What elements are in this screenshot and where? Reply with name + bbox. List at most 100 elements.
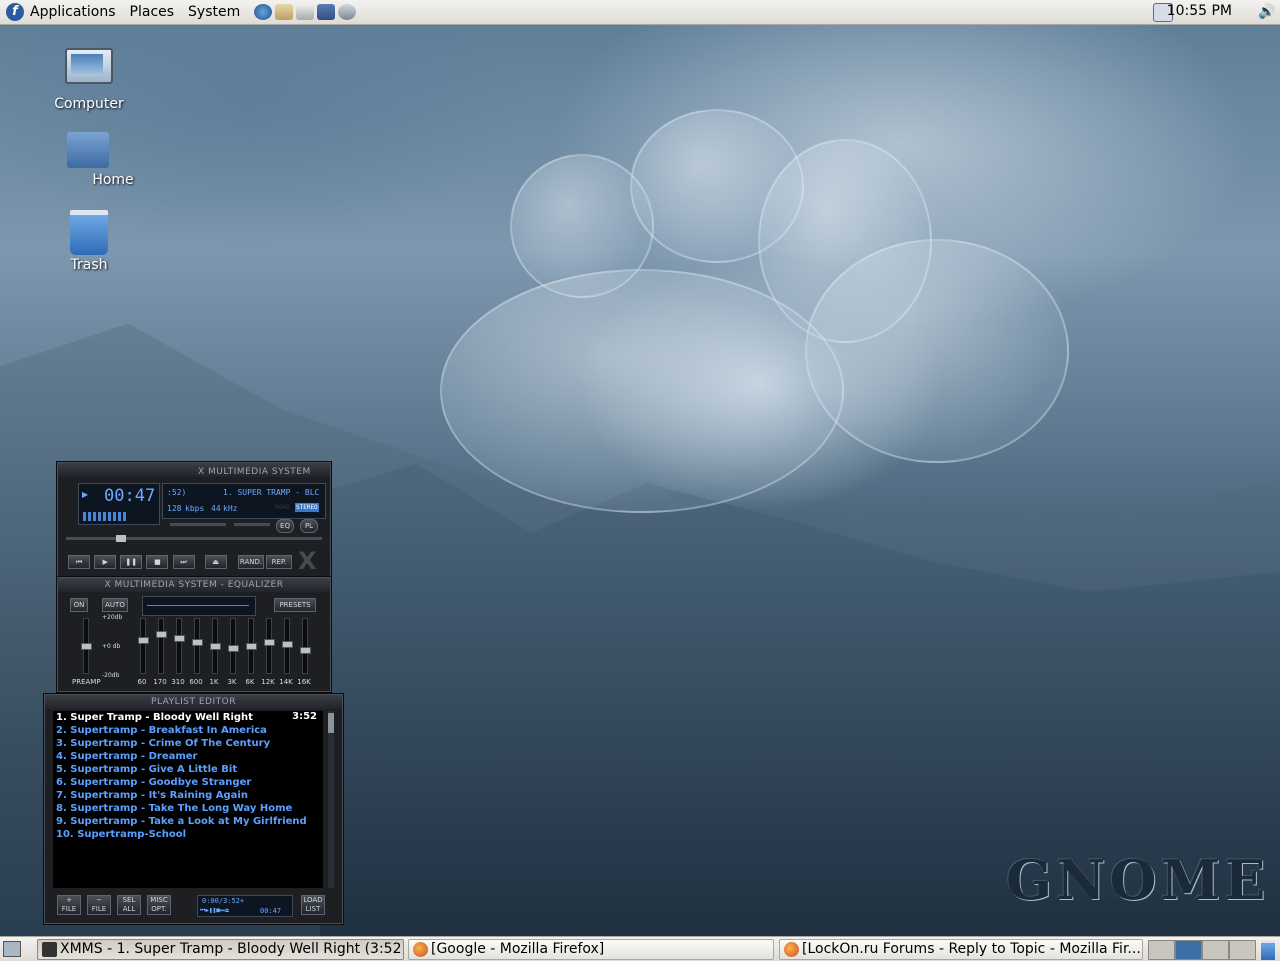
preamp-slider[interactable] xyxy=(81,618,92,674)
mail-icon[interactable] xyxy=(275,4,294,20)
slider-knob[interactable] xyxy=(81,643,92,650)
desktop-icon-computer[interactable]: Computer xyxy=(44,48,134,112)
task-label: XMMS - 1. Super Tramp - Bloody Well Righ… xyxy=(60,941,404,957)
eq-band-label: 1K xyxy=(209,678,219,686)
eq-band-slider[interactable] xyxy=(246,618,257,674)
fedora-logo-icon[interactable]: f xyxy=(6,3,24,21)
slider-knob[interactable] xyxy=(246,643,257,650)
playlist-item[interactable]: 6. Supertramp - Goodbye Stranger xyxy=(53,776,323,789)
playlist-item[interactable]: 8. Supertramp - Take The Long Way Home xyxy=(53,802,323,815)
eq-band-label: 60 xyxy=(137,678,147,686)
playlist-scrollbar[interactable] xyxy=(328,711,334,888)
xmms-main-window[interactable]: X MULTIMEDIA SYSTEM ▶ 00:47 :52) 1. SUPE… xyxy=(57,462,331,578)
remove-file-button[interactable]: − FILE xyxy=(87,895,111,915)
panel-clock[interactable]: 10:55 PM xyxy=(1167,3,1232,19)
playlist-item[interactable]: 4. Supertramp - Dreamer xyxy=(53,750,323,763)
system-menu[interactable]: System xyxy=(188,4,240,20)
playlist-item[interactable]: 2. Supertramp - Breakfast In America xyxy=(53,724,323,737)
shuffle-button[interactable]: RAND. xyxy=(238,555,264,569)
equalizer-titlebar[interactable]: X MULTIMEDIA SYSTEM - EQUALIZER xyxy=(58,578,330,592)
eq-toggle-button[interactable]: EQ xyxy=(276,519,294,533)
load-list-button[interactable]: LOAD LIST xyxy=(301,895,325,915)
slider-knob[interactable] xyxy=(282,641,293,648)
desktop-icon-label: Trash xyxy=(70,257,108,273)
transport-controls: ⏮ ▶ ❚❚ ■ ⏭ ⏏ xyxy=(68,553,227,569)
eject-button[interactable]: ⏏ xyxy=(204,555,227,569)
playlist-mini-controls[interactable]: ⏮▶❚❚■⏭⏏ xyxy=(200,907,229,915)
eq-band-slider[interactable] xyxy=(156,618,167,674)
workspace-2[interactable] xyxy=(1175,940,1202,960)
eq-band-slider[interactable] xyxy=(174,618,185,674)
eq-band-slider[interactable] xyxy=(192,618,203,674)
playlist-item[interactable]: 3. Supertramp - Crime Of The Century xyxy=(53,737,323,750)
playlist-item[interactable]: 5. Supertramp - Give A Little Bit xyxy=(53,763,323,776)
playlist-titlebar[interactable]: PLAYLIST EDITOR xyxy=(45,695,342,709)
eq-band-slider[interactable] xyxy=(228,618,239,674)
slider-knob[interactable] xyxy=(264,639,275,646)
playlist-item[interactable]: 7. Supertramp - It's Raining Again xyxy=(53,789,323,802)
taskbar-task-firefox-lockon[interactable]: [LockOn.ru Forums - Reply to Topic - Moz… xyxy=(779,939,1143,960)
eq-band-slider[interactable] xyxy=(210,618,221,674)
xmms-playlist-window[interactable]: PLAYLIST EDITOR 1. Super Tramp - Bloody … xyxy=(44,694,343,924)
pl-toggle-button[interactable]: PL xyxy=(300,519,318,533)
notes-icon[interactable] xyxy=(296,4,315,20)
taskbar-task-firefox-google[interactable]: [Google - Mozilla Firefox] xyxy=(408,939,774,960)
eq-band-label: 14K xyxy=(279,678,293,686)
time-display[interactable]: ▶ 00:47 xyxy=(78,483,160,525)
eq-band-slider[interactable] xyxy=(282,618,293,674)
workspace-1[interactable] xyxy=(1148,940,1175,960)
sound-icon[interactable] xyxy=(338,4,357,20)
repeat-button[interactable]: REP. xyxy=(266,555,292,569)
eq-on-button[interactable]: ON xyxy=(70,598,88,612)
slider-knob[interactable] xyxy=(300,647,311,654)
eq-presets-button[interactable]: PRESETS xyxy=(274,598,316,612)
add-file-label: FILE xyxy=(61,905,77,913)
previous-button[interactable]: ⏮ xyxy=(68,555,90,569)
scrollbar-thumb[interactable] xyxy=(328,713,334,733)
desktop-icon-trash[interactable]: Trash xyxy=(44,210,134,273)
play-button[interactable]: ▶ xyxy=(94,555,117,569)
playlist-item[interactable]: 9. Supertramp - Take a Look at My Girlfr… xyxy=(53,815,323,828)
desktop-icon-home[interactable]: Home xyxy=(43,132,183,188)
trash-applet-icon[interactable] xyxy=(1261,940,1275,960)
show-desktop-icon[interactable] xyxy=(3,941,21,957)
slider-knob[interactable] xyxy=(192,639,203,646)
slider-knob[interactable] xyxy=(228,645,239,652)
add-file-button[interactable]: + FILE xyxy=(57,895,81,915)
slider-knob[interactable] xyxy=(156,631,167,638)
xmms-main-titlebar[interactable]: X MULTIMEDIA SYSTEM xyxy=(58,463,330,477)
next-button[interactable]: ⏭ xyxy=(172,555,195,569)
song-marquee: 1. SUPER TRAMP - BLC xyxy=(223,488,320,497)
eq-band-slider[interactable] xyxy=(138,618,149,674)
task-label: [LockOn.ru Forums - Reply to Topic - Moz… xyxy=(802,941,1141,957)
slider-knob[interactable] xyxy=(138,637,149,644)
workspace-4[interactable] xyxy=(1229,940,1256,960)
select-all-button[interactable]: SEL ALL xyxy=(117,895,141,915)
current-track-duration: 3:52 xyxy=(292,711,317,722)
xmms-equalizer-window[interactable]: X MULTIMEDIA SYSTEM - EQUALIZER ON AUTO … xyxy=(57,577,331,692)
volume-icon[interactable]: 🔊 xyxy=(1258,4,1275,20)
applications-menu[interactable]: Applications xyxy=(30,4,116,20)
eq-band-slider[interactable] xyxy=(264,618,275,674)
seek-bar[interactable] xyxy=(66,535,322,542)
playlist-item[interactable]: 10. Supertramp-School xyxy=(53,828,323,841)
taskbar-task-xmms[interactable]: XMMS - 1. Super Tramp - Bloody Well Righ… xyxy=(37,939,404,960)
balance-slider[interactable] xyxy=(234,523,270,526)
places-menu[interactable]: Places xyxy=(130,4,175,20)
misc-options-button[interactable]: MISC OPT. xyxy=(147,895,171,915)
slider-knob[interactable] xyxy=(174,635,185,642)
eq-auto-button[interactable]: AUTO xyxy=(102,598,128,612)
playlist-item[interactable]: 1. Super Tramp - Bloody Well Right xyxy=(53,711,323,724)
mono-indicator: MONO xyxy=(275,504,290,511)
volume-slider[interactable] xyxy=(170,523,226,526)
eq-band-slider[interactable] xyxy=(300,618,311,674)
wallpaper-foot-blob xyxy=(440,269,844,513)
browser-icon[interactable] xyxy=(254,4,273,20)
text-editor-icon[interactable] xyxy=(317,4,336,20)
seek-thumb[interactable] xyxy=(116,535,126,542)
slider-knob[interactable] xyxy=(210,643,221,650)
pause-button[interactable]: ❚❚ xyxy=(120,555,143,569)
workspace-3[interactable] xyxy=(1202,940,1229,960)
playlist-list[interactable]: 1. Super Tramp - Bloody Well Right 2. Sup… xyxy=(53,711,323,888)
stop-button[interactable]: ■ xyxy=(146,555,169,569)
